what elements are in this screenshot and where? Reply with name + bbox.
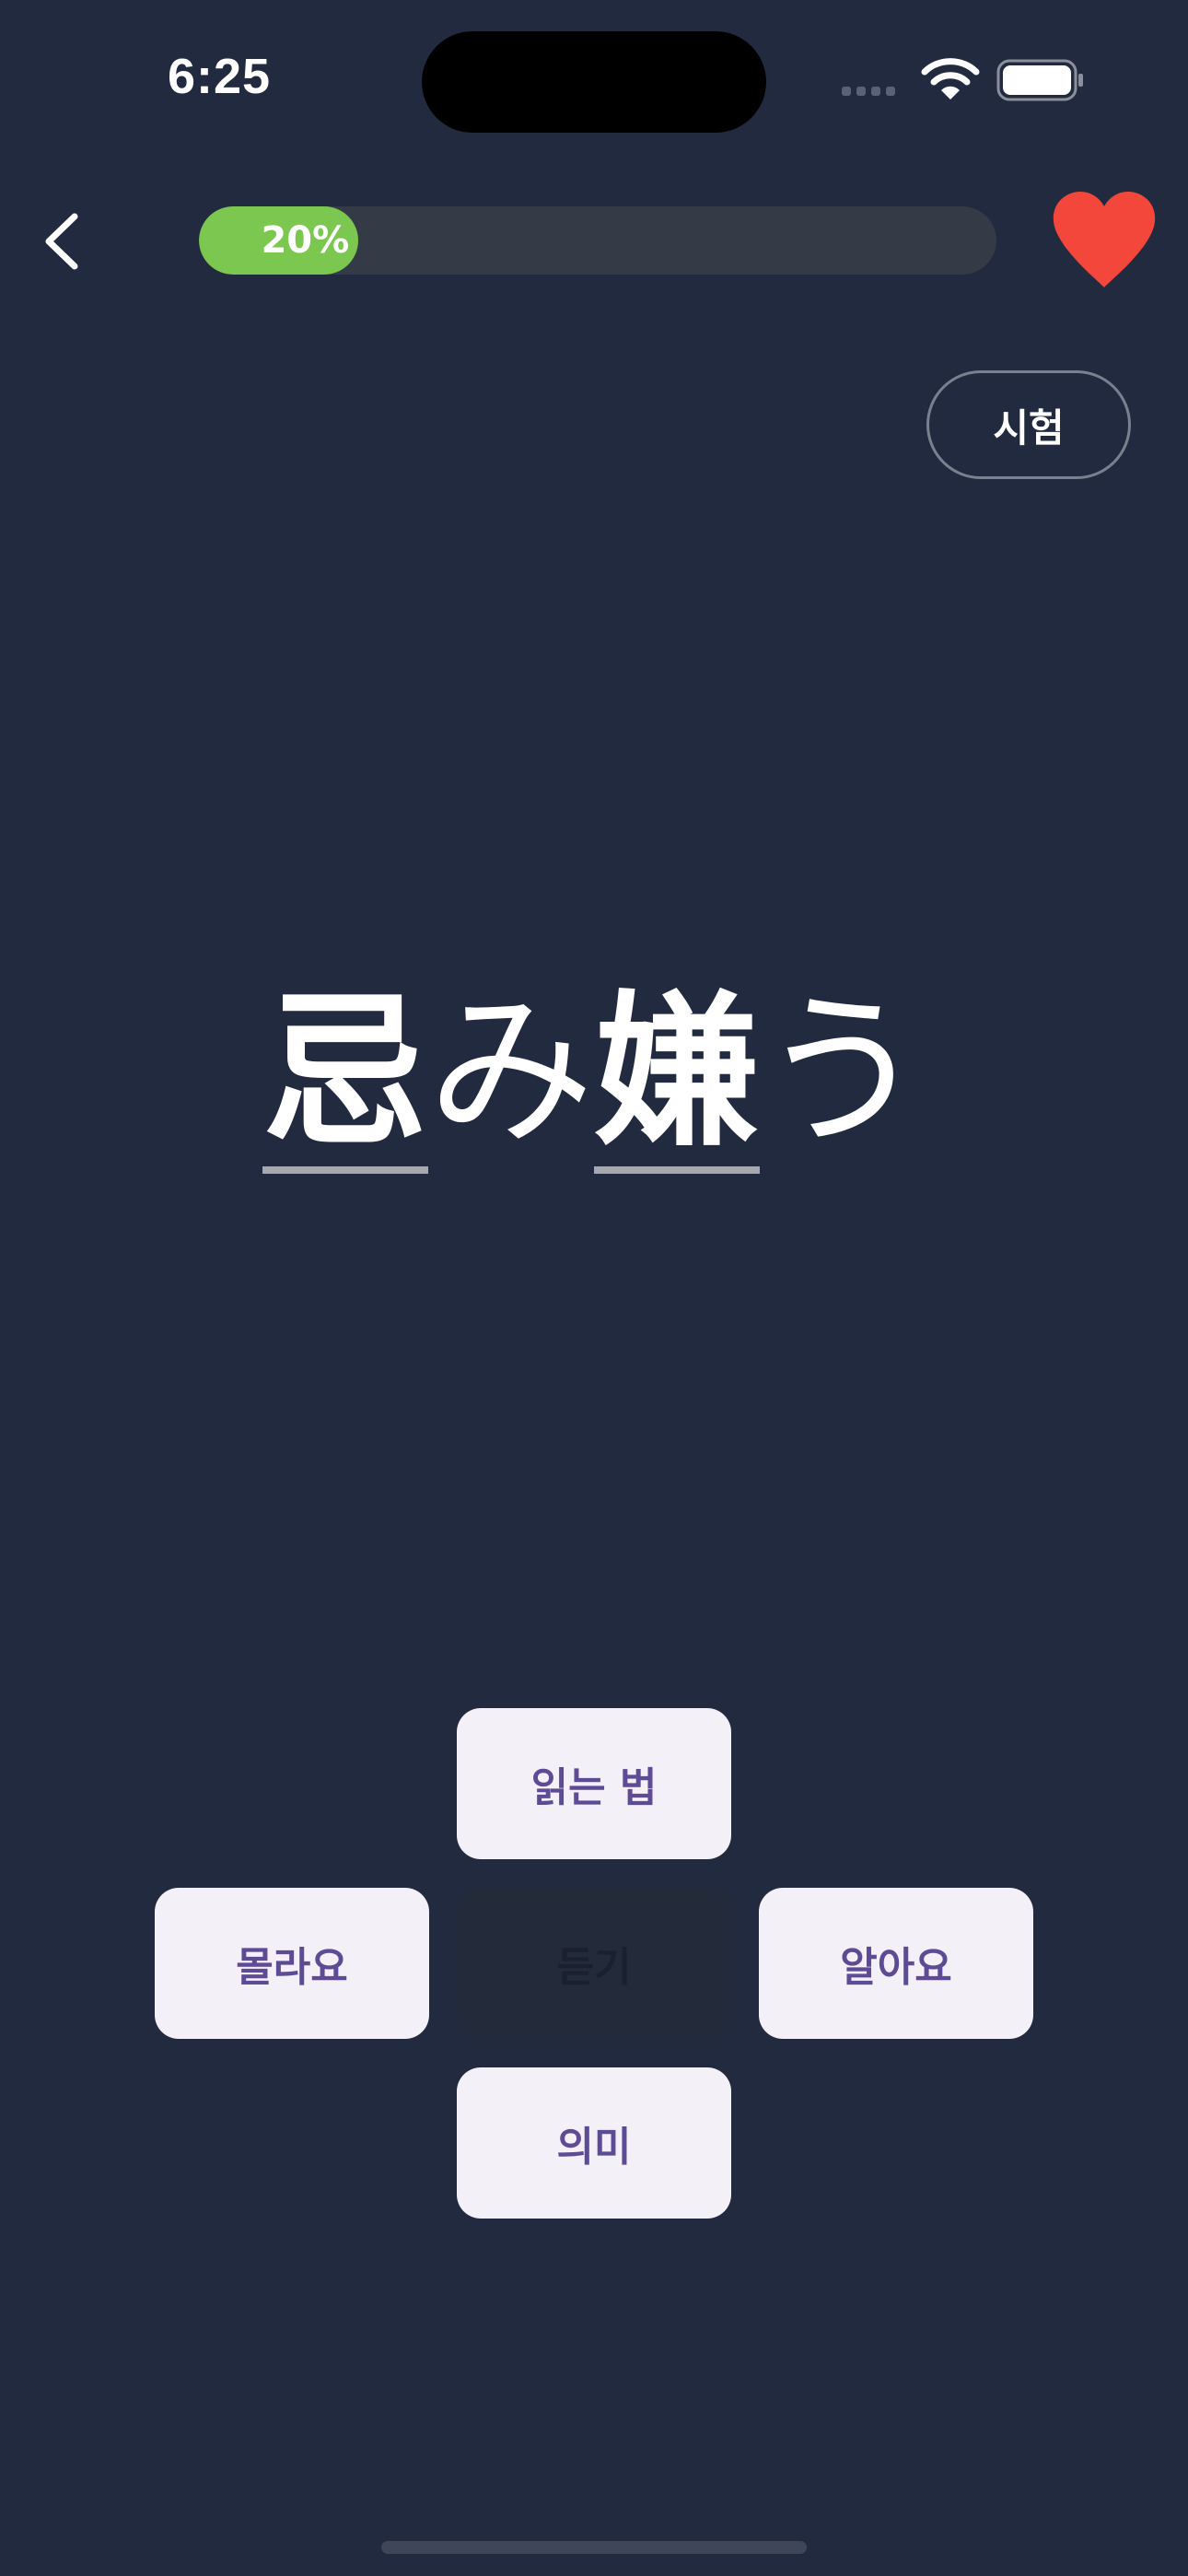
word-char-kana: み	[428, 976, 595, 1168]
chevron-left-icon	[45, 213, 78, 270]
know-button[interactable]: 알아요	[759, 1888, 1033, 2039]
progress-fill: 20%	[199, 206, 359, 275]
meaning-button[interactable]: 의미	[457, 2067, 731, 2219]
word-char-kana: う	[760, 976, 926, 1168]
test-button[interactable]: 시험	[926, 370, 1131, 479]
dynamic-island	[422, 31, 766, 133]
progress-bar: 20%	[199, 206, 996, 275]
word-char-kanji[interactable]: 嫌	[594, 977, 760, 1174]
progress-label: 20%	[261, 219, 350, 262]
reading-button[interactable]: 읽는 법	[457, 1708, 731, 1859]
wifi-icon	[921, 58, 980, 100]
home-indicator[interactable]	[381, 2541, 807, 2554]
signal-icon	[842, 87, 895, 96]
back-button[interactable]	[33, 203, 90, 280]
dont-know-button[interactable]: 몰라요	[155, 1888, 429, 2039]
listen-button[interactable]: 듣기	[457, 1888, 731, 2039]
heart-icon[interactable]	[1050, 190, 1159, 291]
battery-icon	[996, 59, 1083, 101]
word-char-kanji[interactable]: 忌	[262, 977, 428, 1174]
status-time: 6:25	[168, 49, 272, 104]
word-display: 忌 み 嫌 う	[0, 977, 1188, 1188]
